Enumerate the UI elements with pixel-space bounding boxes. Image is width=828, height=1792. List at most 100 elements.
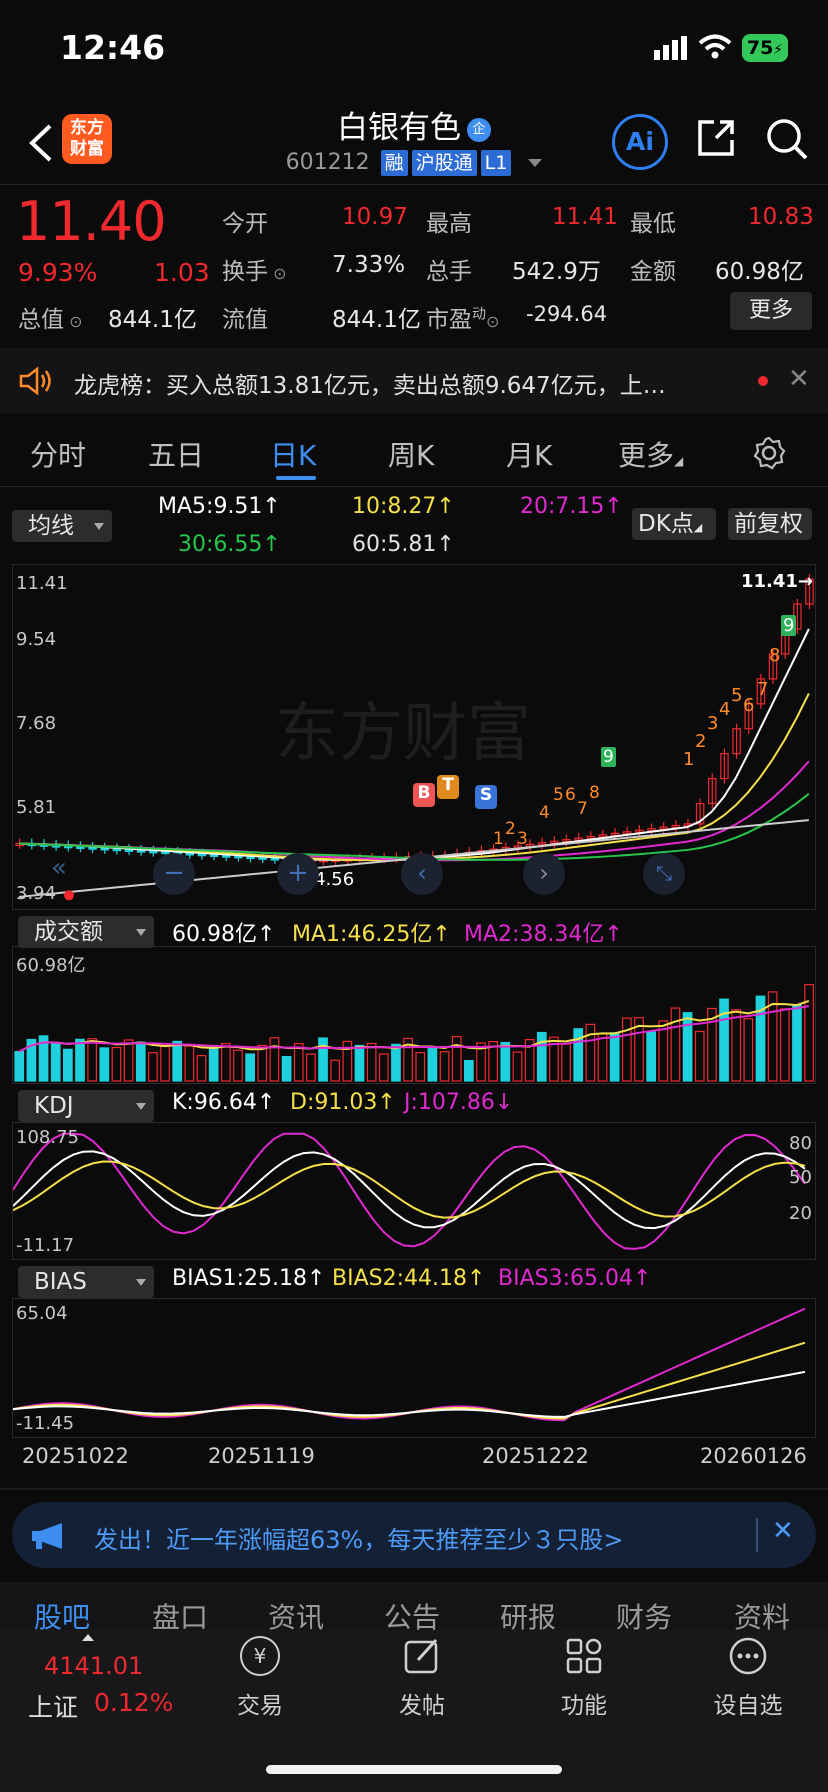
volume-bar [597, 1033, 608, 1082]
dropdown-icon[interactable] [528, 159, 543, 167]
scroll-right-button[interactable]: › [523, 853, 565, 895]
volume-bar [670, 1007, 681, 1082]
zoom-out-button[interactable]: − [153, 853, 195, 895]
ai-button[interactable]: Ai [612, 114, 668, 170]
zoom-in-button[interactable]: + [277, 853, 319, 895]
volume-bar [111, 1046, 122, 1082]
fullscreen-icon[interactable]: ⤡ [643, 853, 685, 895]
rewind-icon[interactable]: « [51, 853, 67, 883]
tab-monthly-k[interactable]: 月K [506, 434, 552, 474]
bias3-line [13, 1307, 806, 1422]
close-icon[interactable]: ✕ [772, 1516, 794, 1546]
indicator-select-kdj[interactable]: KDJ [18, 1090, 154, 1122]
scroll-left-button[interactable]: ‹ [401, 853, 443, 895]
high-label: 最高 [426, 211, 472, 237]
status-bar: 12:46 75⚡ [0, 0, 828, 100]
separator [756, 1518, 758, 1552]
turnover-value: 7.33% [332, 252, 406, 278]
nav-functions[interactable]: 功能 [544, 1636, 624, 1720]
indicator-select-ma[interactable]: 均线 [12, 510, 112, 542]
dk-label: DK点 [638, 511, 694, 537]
expand-arrow-icon[interactable] [82, 1634, 94, 1641]
tab-forum[interactable]: 股吧 [34, 1596, 90, 1630]
tab-orderbook[interactable]: 盘口 [152, 1596, 208, 1630]
settings-gear-icon[interactable] [752, 436, 786, 470]
tab-research[interactable]: 研报 [500, 1596, 556, 1630]
more-dots-icon [729, 1637, 767, 1675]
nav-trade[interactable]: ¥ 交易 [220, 1636, 300, 1720]
volume-bar [573, 1028, 584, 1082]
volume-bar [512, 1051, 523, 1082]
total-cap-value: 844.1亿 [108, 307, 197, 333]
volume-bar [208, 1045, 219, 1082]
more-button[interactable]: 更多 [730, 292, 812, 330]
axis-label: 60.98亿 [16, 955, 86, 976]
index-name[interactable]: 上证 [28, 1688, 78, 1724]
high-value: 11.41 [552, 204, 618, 230]
volume-bar [269, 1037, 280, 1082]
adjust-button[interactable]: 前复权 [728, 508, 812, 540]
dragon-tiger-notice[interactable]: 龙虎榜：买入总额13.81亿元，卖出总额9.647亿元，上… ✕ [0, 348, 828, 414]
volume-chart[interactable]: 60.98亿 [12, 946, 816, 1084]
td-count: 3 [707, 713, 719, 734]
share-icon[interactable] [694, 116, 738, 160]
total-cap-label: 总值 ⊙ [18, 300, 83, 334]
tab-more[interactable]: 更多◢ [618, 434, 683, 474]
promo-banner[interactable]: 发出！近一年涨幅超63%，每天推荐至少３只股> ✕ [12, 1502, 816, 1568]
nav-trade-label: 交易 [237, 1693, 283, 1719]
volume-bar [257, 1044, 268, 1082]
tab-daily-k[interactable]: 日K [270, 434, 316, 474]
search-icon[interactable] [764, 116, 810, 162]
divider [0, 486, 828, 487]
t-signal-badge[interactable]: T [437, 775, 459, 799]
watermark: 东方财富 [275, 697, 531, 771]
bias-chart[interactable]: 65.04 -11.45 [12, 1298, 816, 1438]
ma5-value: MA5:9.51↑ [158, 494, 281, 519]
nav-post[interactable]: 发帖 [382, 1636, 462, 1720]
tab-finance[interactable]: 财务 [616, 1596, 672, 1630]
nav-add-watchlist-label: 设自选 [713, 1693, 783, 1719]
close-icon[interactable]: ✕ [788, 364, 810, 394]
info-icon[interactable]: ⊙ [64, 312, 82, 331]
tab-5day[interactable]: 五日 [148, 434, 204, 474]
td-count: 1 [683, 749, 695, 770]
pe-sup: 动 [472, 306, 486, 323]
volume-bar [233, 1049, 243, 1082]
stock-name: 白银有色 [337, 110, 461, 146]
info-icon[interactable]: ⊙ [486, 312, 499, 331]
low-label: 最低 [630, 211, 676, 237]
index-change[interactable]: 0.12% [94, 1688, 173, 1717]
tab-announcements[interactable]: 公告 [384, 1596, 440, 1630]
volume-bar [172, 1040, 183, 1082]
pe-label: 市盈动⊙ [426, 300, 499, 334]
indicator-select-volume[interactable]: 成交额 [18, 916, 154, 948]
open-value: 10.97 [342, 204, 408, 230]
indicator-select-bias[interactable]: BIAS [18, 1266, 154, 1298]
amount-label: 金额 [630, 259, 676, 285]
td-count: 8 [769, 645, 781, 666]
tab-profile[interactable]: 资料 [734, 1596, 790, 1630]
tab-intraday[interactable]: 分时 [30, 434, 86, 474]
notice-text: 龙虎榜：买入总额13.81亿元，卖出总额9.647亿元，上… [74, 373, 666, 399]
dk-point-button[interactable]: DK点◢ [632, 508, 716, 540]
edit-icon [404, 1638, 438, 1674]
volume-value: 60.98亿↑ [172, 922, 276, 947]
change-percent: 9.93% [18, 258, 98, 287]
volume-bar [135, 1041, 146, 1082]
bias-canvas [13, 1307, 806, 1422]
info-icon[interactable]: ⊙ [268, 264, 286, 283]
buy-signal-badge[interactable]: B [413, 783, 435, 807]
nav-add-watchlist[interactable]: 设自选 [700, 1636, 796, 1720]
volume-bar [585, 1023, 596, 1082]
tab-weekly-k[interactable]: 周K [388, 434, 434, 474]
tab-news[interactable]: 资讯 [268, 1596, 324, 1630]
ma-select-label: 均线 [28, 513, 74, 539]
kdj-chart[interactable]: 108.75 -11.17 80 50 20 [12, 1122, 816, 1260]
date-label: 20260126 [700, 1444, 807, 1468]
unread-dot [758, 376, 768, 386]
sell-signal-badge[interactable]: S [475, 785, 497, 809]
status-time: 12:46 [60, 28, 166, 67]
bias1-value: BIAS1:25.18↑ [172, 1266, 326, 1291]
index-value[interactable]: 4141.01 [44, 1652, 143, 1680]
kline-chart[interactable]: 东方财富 11.41 9.54 7.68 5.81 3.94 11.41→ ←4… [12, 564, 816, 910]
